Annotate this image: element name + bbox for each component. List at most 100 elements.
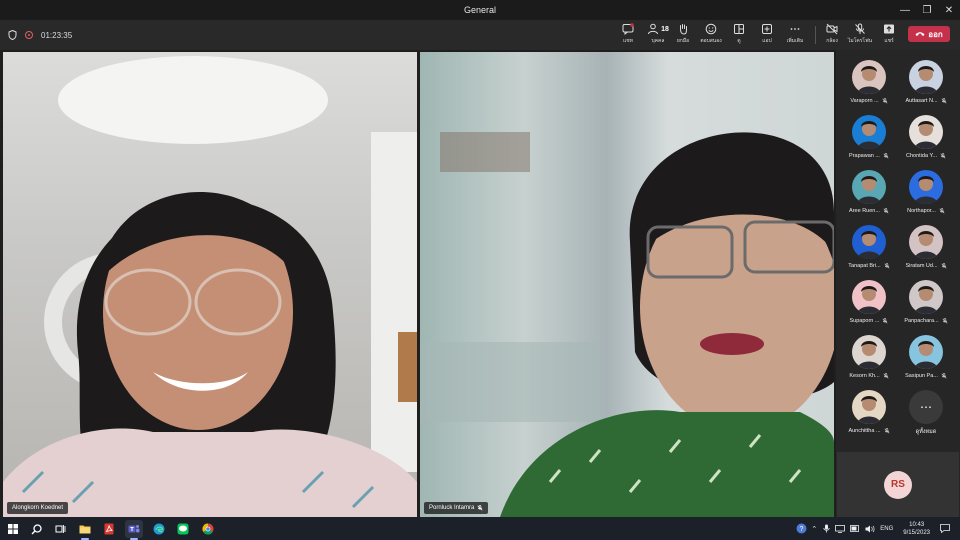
participant-item[interactable]: Panpachara... xyxy=(898,280,954,330)
participant-item[interactable]: Auttasart N... xyxy=(898,60,954,110)
participant-avatar xyxy=(909,60,943,94)
participant-item[interactable]: Aunchittha ... xyxy=(841,390,897,440)
close-icon[interactable]: ✕ xyxy=(938,0,960,20)
camera-button[interactable]: กล้อง xyxy=(817,23,847,47)
mic-off-icon xyxy=(477,505,483,511)
camera-icon xyxy=(826,23,838,35)
participant-avatar xyxy=(852,335,886,369)
pdf-icon xyxy=(104,523,114,535)
minimize-icon[interactable]: — xyxy=(894,0,916,20)
volume-icon[interactable] xyxy=(865,525,875,533)
start-button[interactable] xyxy=(4,520,22,538)
taskbar-clock[interactable]: 10:43 9/15/2023 xyxy=(903,521,930,537)
mic-off-icon xyxy=(939,208,945,214)
participant-item[interactable]: Kesorn Kh... xyxy=(841,335,897,385)
input-language[interactable]: ENG xyxy=(880,526,893,532)
mic-off-icon xyxy=(855,23,865,34)
self-preview[interactable]: RS xyxy=(837,452,959,517)
taskbar-file-explorer[interactable] xyxy=(76,520,94,540)
participant-name-row: Supaporn ... xyxy=(850,318,889,324)
battery-icon[interactable] xyxy=(850,525,860,532)
notification-icon[interactable] xyxy=(940,524,950,533)
teams-status-icon[interactable]: ? xyxy=(796,523,807,534)
network-icon[interactable] xyxy=(835,524,846,533)
meeting-status: 01:23:35 xyxy=(8,20,72,50)
participant-video-background xyxy=(420,132,834,517)
restore-icon[interactable]: ❐ xyxy=(916,0,938,20)
video-name-tag: Alongkorn Koednet xyxy=(7,502,69,514)
camera-label: กล้อง xyxy=(826,38,838,44)
raise-hand-button[interactable]: ยกมือ xyxy=(668,23,698,47)
window-controls: — ❐ ✕ xyxy=(894,0,960,20)
participant-item[interactable]: Supaporn ... xyxy=(841,280,897,330)
taskbar-acrobat[interactable] xyxy=(100,520,118,538)
taskbar-teams[interactable] xyxy=(125,520,143,540)
participant-name: Tanapat Bri... xyxy=(848,263,881,269)
participant-name-row: Panpachara... xyxy=(904,318,948,324)
participant-name: Panpachara... xyxy=(904,318,939,324)
meeting-timer: 01:23:35 xyxy=(41,30,73,40)
edge-icon xyxy=(153,523,165,535)
view-all-label: ดูทั้งหมด xyxy=(915,429,937,435)
apps-button[interactable]: แอป xyxy=(752,23,782,47)
clock-date: 9/15/2023 xyxy=(903,529,930,536)
participant-item[interactable]: Aree Ruen... xyxy=(841,170,897,220)
more-button[interactable]: เพิ่มเติม xyxy=(780,23,810,47)
participant-name: Auttasart N... xyxy=(905,98,938,104)
task-view-button[interactable] xyxy=(51,520,69,538)
chevron-up-icon[interactable]: ⌃ xyxy=(811,525,817,533)
task-view-icon xyxy=(55,525,65,533)
react-label: ตอบสนอง xyxy=(700,38,722,44)
taskbar: ? ⌃ ENG 10:43 9/15/2023 xyxy=(0,517,960,540)
participant-name: Chontida Y... xyxy=(906,153,937,159)
participant-item[interactable]: Chontida Y... xyxy=(898,115,954,165)
participant-name-row: Aree Ruen... xyxy=(849,208,889,214)
share-button[interactable]: แชร์ xyxy=(874,23,904,47)
participant-name-row: Chontida Y... xyxy=(906,153,946,159)
hang-up-icon xyxy=(915,32,925,36)
line-chat-icon xyxy=(177,523,189,535)
participant-avatar xyxy=(852,115,886,149)
participant-name: Prapawan ... xyxy=(849,153,880,159)
leave-button[interactable]: ออก xyxy=(908,26,950,42)
mic-off-icon xyxy=(941,98,947,104)
mic-button[interactable]: ไมโครโฟน xyxy=(845,23,875,47)
smiley-icon xyxy=(705,23,717,35)
view-all-button[interactable]: ⋯ ดูทั้งหมด xyxy=(898,390,954,440)
participant-item[interactable]: Tanapat Bri... xyxy=(841,225,897,275)
chat-button[interactable]: แชท xyxy=(613,23,643,47)
toolbar-divider xyxy=(815,26,816,44)
participant-item[interactable]: Sasipun Pa... xyxy=(898,335,954,385)
participant-name-row: Prapawan ... xyxy=(849,153,889,159)
react-button[interactable]: ตอบสนอง xyxy=(696,23,726,47)
search-button[interactable] xyxy=(27,520,45,538)
meeting-toolbar: 01:23:35 แชท 18 บุคคล ยกมือ ตอบสนอง ดู แ… xyxy=(0,20,960,50)
taskbar-edge[interactable] xyxy=(150,520,168,538)
more-label: เพิ่มเติม xyxy=(786,38,804,44)
participant-roster: Varaporn ... Auttasart N... Prapawan ... Ch… xyxy=(836,50,960,517)
mic-off-icon xyxy=(884,428,890,434)
participant-item[interactable]: Northapor... xyxy=(898,170,954,220)
participant-item[interactable]: Varaporn ... xyxy=(841,60,897,110)
more-icon: ⋯ xyxy=(909,390,943,424)
apps-label: แอป xyxy=(762,38,772,44)
search-icon xyxy=(31,523,42,534)
share-icon xyxy=(884,24,894,34)
mic-icon[interactable] xyxy=(823,524,830,533)
participant-item[interactable]: Siratam Ud... xyxy=(898,225,954,275)
recording-icon xyxy=(25,31,33,39)
participant-name: Varaporn ... xyxy=(850,98,879,104)
participant-name: Kesorn Kh... xyxy=(849,373,880,379)
taskbar-chrome[interactable] xyxy=(199,520,217,538)
mic-off-icon xyxy=(941,263,947,269)
participant-avatar xyxy=(909,335,943,369)
taskbar-line[interactable] xyxy=(174,520,192,538)
participant-item[interactable]: Prapawan ... xyxy=(841,115,897,165)
video-tile-alongkorn[interactable]: Alongkorn Koednet xyxy=(3,52,417,517)
mic-off-icon xyxy=(882,98,888,104)
plus-icon xyxy=(762,24,772,34)
mic-off-icon xyxy=(940,153,946,159)
view-button[interactable]: ดู xyxy=(724,23,754,47)
video-stage: Alongkorn Koednet Pornluck Intamra xyxy=(0,50,836,517)
video-tile-pornluck[interactable]: Pornluck Intamra xyxy=(420,52,834,517)
